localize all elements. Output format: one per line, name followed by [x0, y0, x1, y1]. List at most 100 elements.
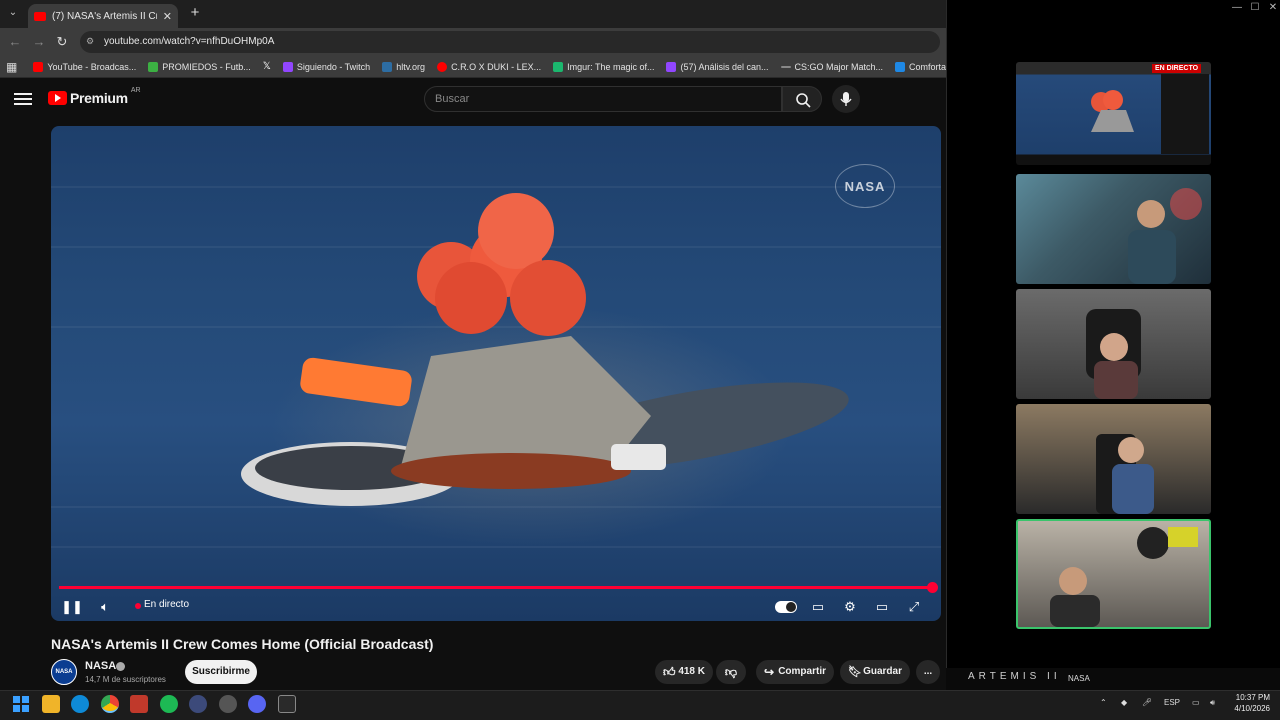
close-tab-icon[interactable]: ✕: [163, 10, 172, 23]
channel-avatar[interactable]: NASA: [51, 659, 77, 685]
like-count: 418 K: [678, 666, 705, 677]
tab-search-icon[interactable]: ⌄: [4, 4, 22, 22]
site-info-icon[interactable]: ⚙: [86, 36, 96, 48]
video-player[interactable]: NASA ❚❚ 🔈︎ En directo ▭ ⚙ ▭ ⤢: [51, 126, 941, 621]
epic-games-icon[interactable]: [278, 695, 296, 713]
reload-icon[interactable]: ↻: [53, 33, 71, 51]
discord-icon[interactable]: [248, 695, 266, 713]
webcam-person-image: [1086, 309, 1141, 399]
webcam-person-image: [1128, 188, 1202, 284]
stream-preview-thumbnail: [1016, 62, 1211, 165]
bookmark-favicon-icon: [148, 61, 159, 72]
app-icon[interactable]: [130, 695, 148, 713]
file-explorer-icon[interactable]: [42, 695, 60, 713]
bookmark-item[interactable]: CS:GO Major Match...: [780, 62, 883, 72]
webcam-person-image: [1096, 434, 1154, 514]
clock-time: 10:37 PM: [1235, 693, 1270, 702]
autoplay-toggle[interactable]: [775, 601, 797, 613]
bookmark-item-x[interactable]: 𝕏: [263, 61, 271, 72]
apps-grid-icon[interactable]: ▦: [6, 60, 17, 74]
share-button[interactable]: ↪ Compartir: [756, 660, 834, 684]
close-window-icon[interactable]: ✕: [1266, 2, 1280, 14]
windows-logo-icon: [13, 696, 29, 712]
edge-browser-icon[interactable]: [71, 695, 89, 713]
more-actions-button[interactable]: ...: [916, 660, 940, 684]
bookmark-favicon-icon: [666, 61, 677, 72]
new-tab-icon[interactable]: +: [186, 4, 204, 22]
chrome-icon[interactable]: [101, 695, 119, 713]
volume-icon[interactable]: 🔈︎: [94, 598, 116, 616]
browser-tab-bar: ⌄ (7) NASA's Artemis II Crew Com ✕ +: [0, 0, 946, 28]
tray-app-icon[interactable]: ◆: [1121, 698, 1127, 707]
address-bar-row: ← → ↻ youtube.com/watch?v=nfhDuOHMp0A ⚙: [0, 28, 946, 56]
live-label[interactable]: En directo: [144, 599, 189, 610]
theater-mode-icon[interactable]: ▭: [871, 598, 893, 616]
dislike-button[interactable]: 👎︎: [716, 660, 746, 684]
fullscreen-icon[interactable]: ⤢: [903, 598, 925, 616]
settings-gear-icon[interactable]: ⚙: [839, 598, 861, 616]
thumbs-down-icon: 👎︎: [724, 665, 738, 679]
youtube-premium-logo[interactable]: Premium AR: [48, 87, 141, 106]
preview-capsule-image: [1091, 74, 1209, 154]
live-dot-icon: [135, 603, 141, 609]
forward-arrow-icon[interactable]: →: [30, 33, 48, 51]
url-input[interactable]: youtube.com/watch?v=nfhDuOHMp0A: [80, 31, 940, 53]
subscriber-count: 14,7 M de suscriptores: [85, 675, 166, 684]
video-frame-capsule-recovery: [241, 193, 849, 506]
subtitles-icon[interactable]: ▭: [807, 598, 829, 616]
channel-name[interactable]: NASA: [85, 660, 116, 672]
back-arrow-icon[interactable]: ←: [6, 33, 24, 51]
webcam-feed-3: [1016, 404, 1211, 514]
bookmark-favicon-icon: [553, 61, 564, 72]
pause-icon[interactable]: ❚❚: [61, 598, 83, 616]
artemis-label: ARTEMIS II: [968, 671, 1061, 682]
bookmarks-bar: ▦ YouTube - Broadcas... PROMIEDOS - Futb…: [0, 56, 946, 78]
tab-title: (7) NASA's Artemis II Crew Com: [52, 10, 157, 22]
verified-badge-icon: [116, 662, 125, 671]
artemis-channel-label: NASA: [1068, 674, 1090, 683]
search-input[interactable]: Buscar: [424, 86, 782, 112]
volume-tray-icon[interactable]: 🔊︎: [1210, 698, 1215, 708]
subscribe-button[interactable]: Suscribirme: [185, 660, 257, 684]
bookmark-icon: 🔖︎: [848, 666, 862, 678]
progress-scrubber[interactable]: [927, 582, 938, 593]
nasa-watermark-logo: NASA: [835, 164, 895, 208]
bookmark-item[interactable]: PROMIEDOS - Futb...: [148, 61, 251, 72]
youtube-play-logo-icon: [48, 91, 67, 105]
search-button[interactable]: [782, 86, 822, 112]
spotify-icon[interactable]: [160, 695, 178, 713]
bookmark-item[interactable]: YouTube - Broadcas...: [33, 61, 136, 72]
bookmark-item[interactable]: C.R.O X DUKI - LEX...: [437, 61, 541, 72]
bookmark-item[interactable]: hltv.org: [382, 61, 425, 72]
maximize-icon[interactable]: ☐: [1248, 2, 1262, 14]
voice-search-button[interactable]: [832, 85, 860, 113]
app-icon[interactable]: [189, 695, 207, 713]
bookmark-favicon-icon: [895, 61, 906, 72]
language-indicator[interactable]: ESP: [1164, 698, 1180, 707]
save-button[interactable]: 🔖︎ Guardar: [840, 660, 910, 684]
bookmark-favicon-icon: [282, 61, 293, 72]
taskbar-clock[interactable]: 10:37 PM 4/10/2026: [1230, 692, 1270, 714]
thumbs-up-icon: 👍︎: [663, 665, 676, 679]
app-icon[interactable]: [219, 695, 237, 713]
clock-date: 4/10/2026: [1234, 704, 1270, 713]
bookmark-item[interactable]: Imgur: The magic of...: [553, 61, 654, 72]
bookmark-item[interactable]: Comfortably Numb...: [895, 61, 946, 72]
minimize-icon[interactable]: —: [1230, 2, 1244, 14]
webcam-feed-2: [1016, 289, 1211, 399]
youtube-header: Premium AR Buscar: [0, 78, 946, 122]
bookmark-item[interactable]: (57) Análisis del can...: [666, 61, 769, 72]
bookmark-favicon-icon: [780, 65, 791, 68]
microphone-tray-icon[interactable]: 🎤︎: [1142, 698, 1152, 707]
show-hidden-icons-icon[interactable]: ⌃: [1100, 698, 1107, 707]
x-logo-icon: 𝕏: [262, 61, 271, 72]
like-button[interactable]: 👍︎ 418 K: [655, 660, 713, 684]
network-icon[interactable]: ▭: [1192, 698, 1200, 707]
bookmark-item[interactable]: Siguiendo - Twitch: [282, 61, 370, 72]
menu-icon[interactable]: [14, 90, 32, 108]
browser-tab-active[interactable]: (7) NASA's Artemis II Crew Com ✕: [28, 4, 178, 28]
progress-fill: [59, 586, 933, 589]
webcam-feed-4-active-speaker: [1016, 519, 1211, 629]
windows-start-icon[interactable]: [12, 695, 30, 713]
bookmark-favicon-icon: [382, 61, 393, 72]
